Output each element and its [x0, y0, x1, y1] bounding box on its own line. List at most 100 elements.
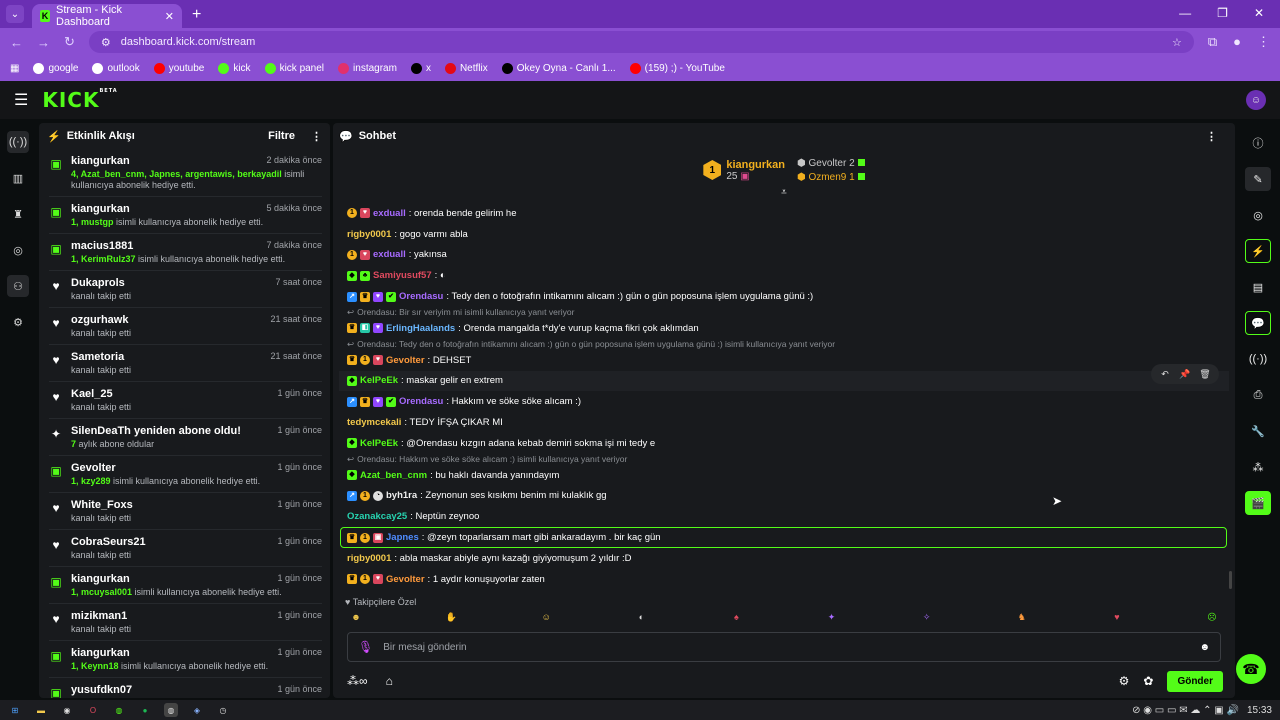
users-icon[interactable]: ⚇: [7, 275, 29, 297]
emote-icon[interactable]: ◐: [634, 610, 648, 624]
chat-message[interactable]: ◆ Azat_ben_cnm: bu haklı davanda yanınday…: [347, 465, 1223, 486]
user-avatar[interactable]: ☺: [1246, 90, 1266, 110]
restore-button[interactable]: ❐: [1217, 6, 1228, 20]
emote-icon[interactable]: ♞: [1015, 610, 1029, 624]
chat-username[interactable]: Orendasu: [399, 396, 443, 407]
app-icon[interactable]: ◈: [190, 703, 204, 717]
activity-item[interactable]: ♥ White_Foxs 1 gün önce kanalı takip etti: [49, 493, 322, 530]
reply-context[interactable]: ↩ Orendasu: Hakkım ve söke söke alıcam :)…: [347, 454, 1223, 465]
chat-message[interactable]: ↗ ♛ ♥ ✔ Orendasu: Hakkım ve söke söke alıcam…: [347, 391, 1223, 412]
apps-grid-icon[interactable]: ▦: [10, 63, 19, 74]
browser-menu-icon[interactable]: ⋮: [1257, 34, 1270, 50]
chat-message[interactable]: ↗ ♛ ♥ ✔ Orendasu: Tedy den o fotoğrafın inti…: [347, 286, 1223, 307]
chat-message[interactable]: ↗ 1 ◔ byh1ra: Zeynonun ses kısıkmı benim mi…: [347, 486, 1223, 507]
chat-message[interactable]: rigby0001: gogo varmı abla: [347, 224, 1223, 245]
reply-context[interactable]: ↩ Orendasu: Bir sır veriyim mi isimli kul…: [347, 307, 1223, 318]
activity-item[interactable]: ▣ kiangurkan 1 gün önce 1, mcuysal001 isiml…: [49, 567, 322, 604]
tab-close-icon[interactable]: ✕: [165, 10, 174, 23]
chat-username[interactable]: rigby0001: [347, 229, 391, 240]
profile-icon[interactable]: ●: [1233, 34, 1241, 50]
browser-tab-active[interactable]: K Stream - Kick Dashboard ✕: [32, 4, 182, 28]
chrome-icon[interactable]: ◍: [112, 703, 126, 717]
reply-context[interactable]: ↩ Orendasu: Tedy den o fotoğrafın intikam…: [347, 339, 1223, 350]
activity-item[interactable]: ♥ ozgurhawk 21 saat önce kanalı takip etti: [49, 308, 322, 345]
chat-message[interactable]: ♛ ◧ ♥ ErlingHaalands: Orenda mangalda t*dy'…: [347, 318, 1223, 339]
support-headset-icon[interactable]: ☎: [1236, 654, 1266, 684]
emote-icon[interactable]: ✦: [825, 610, 839, 624]
chat-kebab-icon[interactable]: ⋮: [1206, 130, 1217, 143]
chat-username[interactable]: Orendasu: [399, 291, 443, 302]
chat-username[interactable]: Azat_ben_cnm: [360, 470, 427, 481]
info-icon[interactable]: ⓘ: [1245, 131, 1271, 155]
chat-message[interactable]: ♛ 1 ▣ Japnes: @zeyn toparlarsam mart gibi a…: [340, 527, 1227, 548]
activity-item[interactable]: ♥ Sametoria 21 saat önce kanalı takip etti: [49, 345, 322, 382]
activity-item[interactable]: ▣ macius1881 7 dakika önce 1, KerimRulz37 i…: [49, 234, 322, 271]
bubbles-icon[interactable]: ⁂: [1245, 455, 1271, 479]
chat-message[interactable]: 1 ♥ exduall: orenda bende gelirim he: [347, 203, 1223, 224]
chat-username[interactable]: KelPeEk: [360, 375, 398, 386]
chat-username[interactable]: KelPeEk: [360, 438, 398, 449]
bookmark-star-icon[interactable]: ☆: [1172, 36, 1182, 49]
activity-item[interactable]: ▣ kiangurkan 5 dakika önce 1, mustgp isimli…: [49, 197, 322, 234]
emote-icon[interactable]: ✋: [444, 610, 458, 624]
pin-icon[interactable]: 📌: [1177, 367, 1193, 381]
chat-username[interactable]: rigby0001: [347, 553, 391, 564]
chat-scrollbar[interactable]: [1229, 571, 1232, 589]
activity-item[interactable]: ♥ mizikman1 1 gün önce kanalı takip etti: [49, 604, 322, 641]
spotify-icon[interactable]: ●: [138, 703, 152, 717]
chat-toggle-icon[interactable]: 💬: [1245, 311, 1271, 335]
forward-icon[interactable]: →: [37, 35, 50, 50]
chat-message[interactable]: 1 ♥ exduall: yakınsa: [347, 245, 1223, 266]
emote-icon[interactable]: ☺: [539, 610, 553, 624]
microphone-icon[interactable]: 🎙: [358, 640, 373, 654]
bookmark-item[interactable]: instagram: [338, 63, 397, 74]
steam-icon[interactable]: ◉: [60, 703, 74, 717]
chat-username[interactable]: Japnes: [386, 532, 419, 543]
bookmark-item[interactable]: outlook: [92, 63, 140, 74]
chat-username[interactable]: Samiyusuf57: [373, 270, 432, 281]
url-field[interactable]: ⚙ dashboard.kick.com/stream ☆: [88, 31, 1194, 53]
close-window-button[interactable]: ✕: [1254, 6, 1264, 20]
points-icon[interactable]: ⁂∞: [347, 674, 368, 688]
trash-icon[interactable]: 🗑: [1197, 367, 1213, 381]
filter-button[interactable]: Filtre: [268, 130, 295, 142]
emote-icon[interactable]: ♥: [1110, 610, 1124, 624]
bookmark-item[interactable]: google: [33, 63, 78, 74]
chat-username[interactable]: Gevolter: [386, 355, 425, 366]
notes-icon[interactable]: ▤: [1245, 275, 1271, 299]
chat-username[interactable]: tedymcekali: [347, 417, 401, 428]
chat-message[interactable]: ◆ KelPeEk: @Orendasu kızgın adana kebab d…: [347, 433, 1223, 454]
activity-item[interactable]: ✦ SilenDeaTh yeniden abone oldu! 1 gün önc…: [49, 419, 322, 456]
chat-message[interactable]: ♛ 1 ♥ Gevolter: 1 aydır konuşuyorlar zaten: [347, 569, 1223, 590]
chat-message[interactable]: ◆ KelPeEk: maskar gelir en extrem: [339, 370, 1229, 392]
chat-message[interactable]: Ozanakcay25: Neptün zeynoo: [347, 506, 1223, 527]
emote-icon[interactable]: ✧: [920, 610, 934, 624]
edit-pencil-icon[interactable]: ✎: [1245, 167, 1271, 191]
chat-message[interactable]: ♛ 1 ♥ Gevolter: DEHSET: [347, 350, 1223, 371]
trophy-icon[interactable]: ♜: [7, 203, 29, 225]
tab-search-button[interactable]: ⌄: [6, 5, 24, 23]
printer-icon[interactable]: ⎙: [1245, 383, 1271, 407]
kick-logo[interactable]: KICKBETA: [42, 88, 117, 112]
emote-icon[interactable]: ☹: [1205, 610, 1219, 624]
clip-camera-icon[interactable]: ◎: [1245, 203, 1271, 227]
emote-icon[interactable]: ☻: [349, 610, 363, 624]
chat-username[interactable]: byh1ra: [386, 490, 417, 501]
bookmark-item[interactable]: x: [410, 63, 431, 74]
bookmark-item[interactable]: kick: [218, 63, 251, 74]
bookmark-item[interactable]: (159) ;) - YouTube: [629, 63, 725, 74]
chat-username[interactable]: Ozanakcay25: [347, 511, 407, 522]
chat-input-field[interactable]: 🎙 Bir mesaj gönderin ☻: [347, 632, 1221, 662]
activity-item[interactable]: ▣ kiangurkan 2 dakika önce 4, Azat_ben_cnm,…: [49, 149, 322, 197]
chat-message[interactable]: tedymcekali: TEDY İFŞA ÇIKAR MI: [347, 412, 1223, 433]
clapper-icon[interactable]: 🎬: [1245, 491, 1271, 515]
bookmark-item[interactable]: Netflix: [444, 63, 488, 74]
store-icon[interactable]: ⌂: [386, 674, 393, 688]
settings-gear-icon[interactable]: ⚙: [7, 311, 29, 333]
activity-item[interactable]: ♥ CobraSeurs21 1 gün önce kanalı takip etti: [49, 530, 322, 567]
send-button[interactable]: Gönder: [1167, 670, 1223, 692]
extensions-icon[interactable]: ⧉: [1208, 34, 1217, 50]
file-explorer-icon[interactable]: ▬: [34, 703, 48, 717]
activity-kebab-icon[interactable]: ⋮: [311, 130, 322, 143]
reload-icon[interactable]: ↻: [64, 34, 75, 50]
